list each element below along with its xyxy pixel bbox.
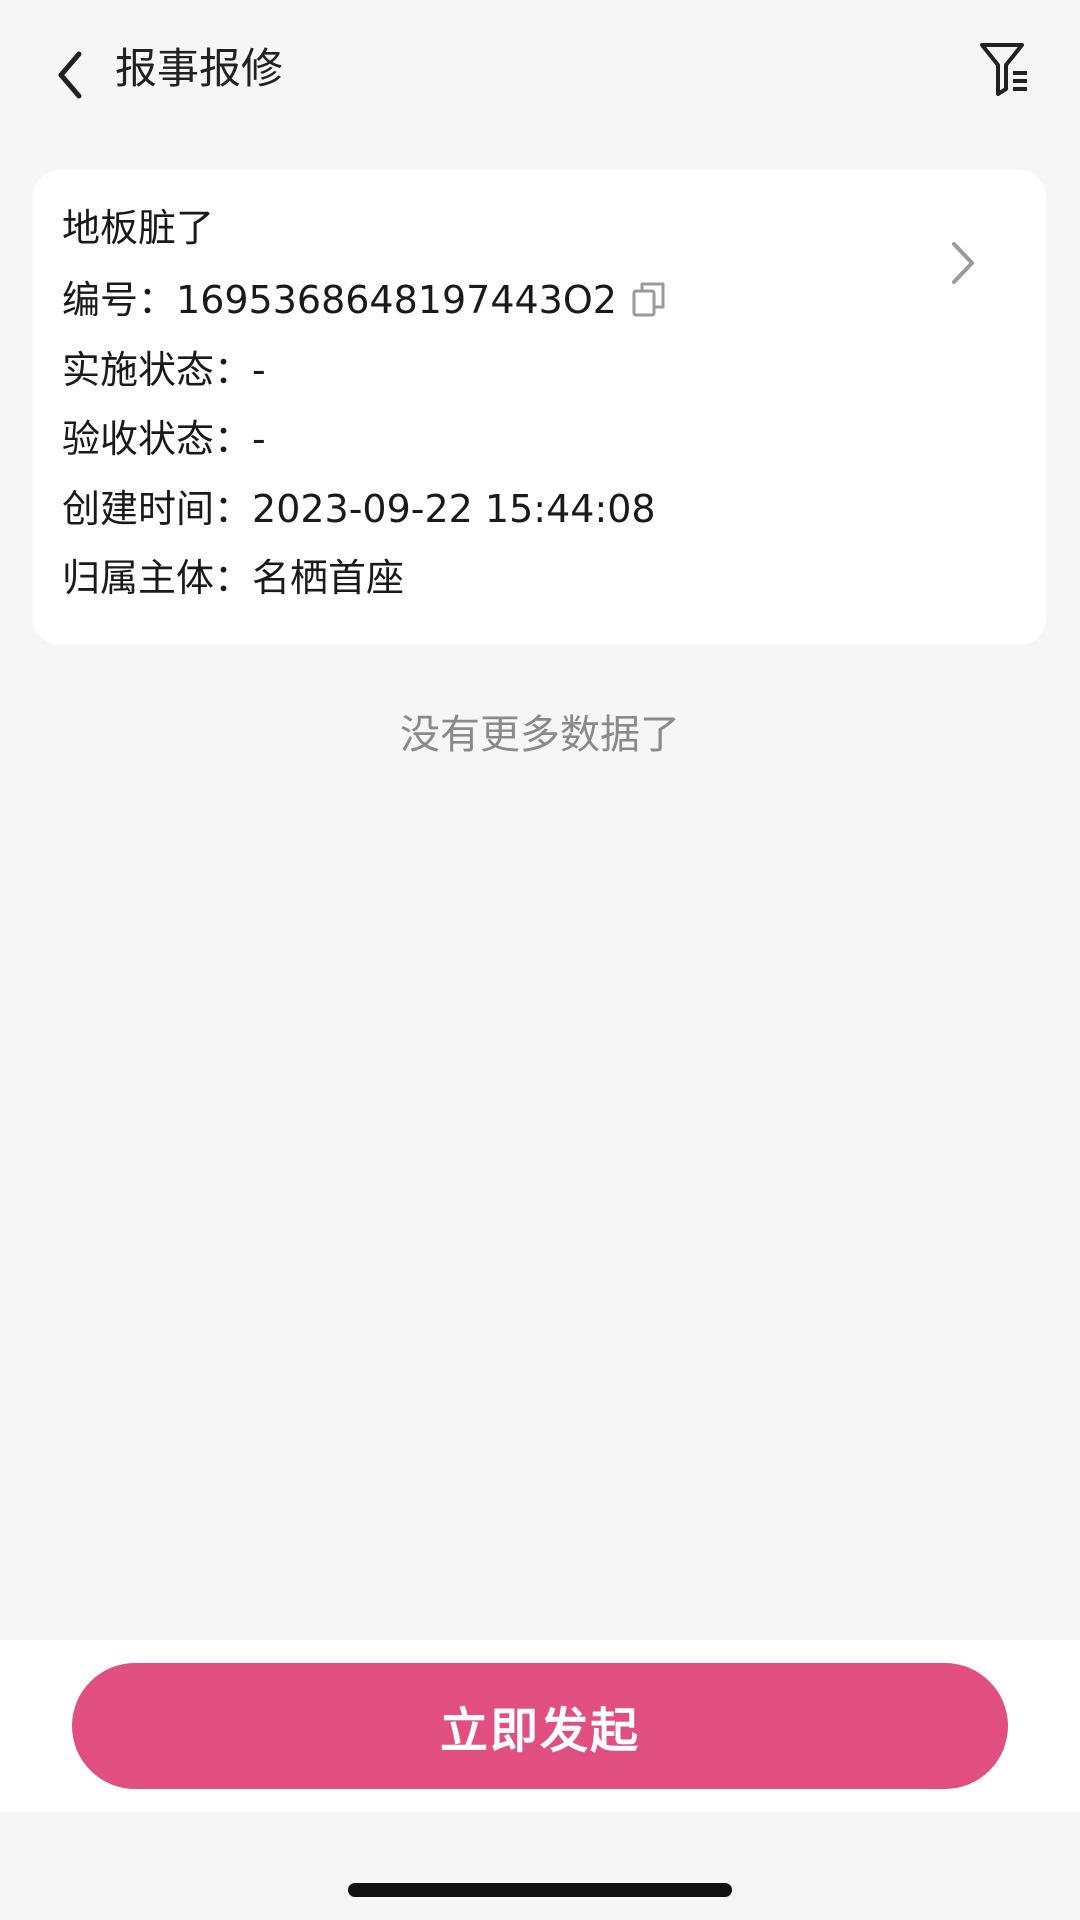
row-label: 归属主体： [62,556,253,600]
list-end-hint: 没有更多数据了 [400,712,680,758]
row-value: - [252,417,266,461]
chevron-left-icon [58,51,82,99]
back-button[interactable] [40,40,100,110]
row-label: 验收状态： [62,417,253,461]
row-created-time: 创建时间： 2023-09-22 15:44:08 [62,481,656,537]
chevron-right-icon [952,242,974,284]
row-value: - [252,348,266,392]
row-label: 编号： [62,278,177,322]
row-label: 实施状态： [62,348,253,392]
start-request-button[interactable]: 立即发起 [72,1663,1008,1789]
row-owner: 归属主体： 名栖首座 [62,550,404,606]
top-bar: 报事报修 [0,0,1080,140]
filter-button[interactable] [975,34,1035,104]
row-implementation-status: 实施状态： - [62,342,266,398]
copy-icon[interactable] [629,278,669,322]
row-number: 编号： 1695368648197443O2 [62,272,669,328]
row-value: 名栖首座 [252,556,405,600]
row-value: 2023-09-22 15:44:08 [252,487,656,531]
card-detail-arrow[interactable] [938,228,988,298]
row-value: 1695368648197443O2 [176,278,617,322]
card-title: 地板脏了 [62,206,215,250]
bottom-action-bar: 立即发起 [0,1640,1080,1812]
row-acceptance-status: 验收状态： - [62,411,266,467]
page-title: 报事报修 [115,44,284,93]
home-indicator [348,1883,732,1897]
row-label: 创建时间： [62,487,253,531]
repair-card[interactable]: 地板脏了 编号： 1695368648197443O2 实施状态： - 验收状态… [33,170,1046,645]
filter-list-icon [980,43,1027,96]
